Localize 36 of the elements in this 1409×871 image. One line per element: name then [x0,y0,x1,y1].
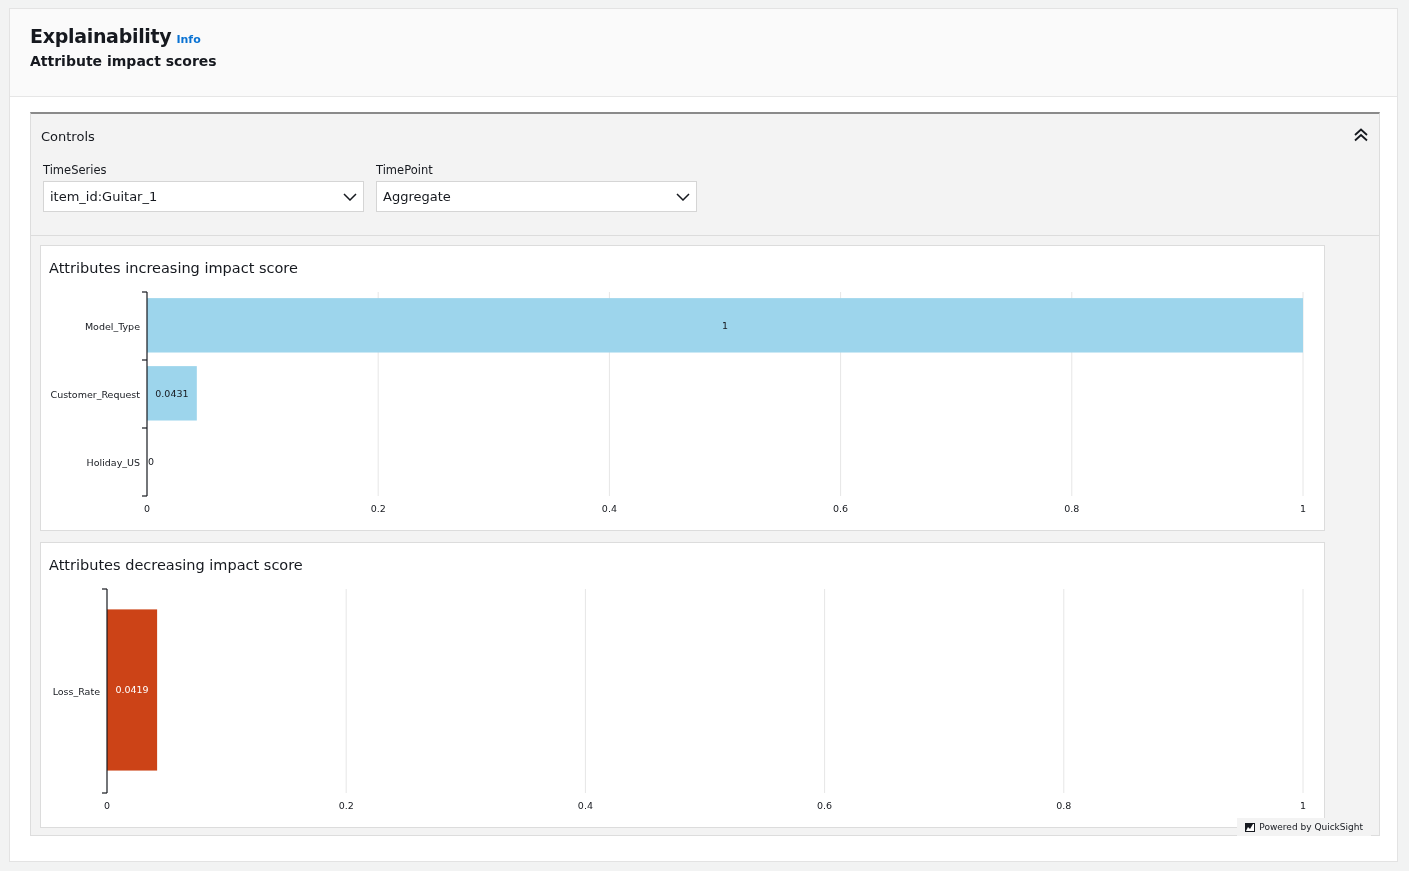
controls-title: Controls [41,129,95,144]
tick-label: 1 [1300,800,1306,811]
tick-label: 0.4 [577,800,593,811]
tick-label: 0.2 [370,503,386,514]
dropdown[interactable]: Aggregate [376,181,697,212]
dropdown[interactable]: item_id:Guitar_1 [43,181,364,212]
tick-label: 0.8 [1064,503,1080,514]
category-label: Model_Type [84,320,140,332]
chevron-down-icon [343,192,357,201]
data-label: 0.0419 [115,684,149,696]
data-label: 0.0431 [155,387,189,399]
tick-label: 0.8 [1056,800,1072,811]
category-label: Holiday_US [86,456,140,468]
page-title: Explainability [30,25,172,47]
dropdown-label: TimeSeries [43,163,108,177]
chart-logo-icon [1245,822,1256,832]
powered-by-badge: Powered by QuickSight [1237,818,1371,836]
bar [147,366,197,421]
tick-label: 0.4 [601,503,617,514]
data-label: 0 [148,455,155,467]
page-subtitle: Attribute impact scores [30,53,218,69]
tick-label: 0 [144,503,150,514]
tick-label: 0.6 [833,503,849,514]
collapse-icon[interactable] [1353,128,1369,142]
chevron-down-icon [676,192,690,201]
chart-title: Attributes increasing impact score [49,260,299,278]
info-link[interactable]: Info [176,33,201,46]
tick-label: 0.6 [817,800,833,811]
data-label: 1 [722,319,728,331]
category-label: Loss_Rate [52,685,100,697]
chart-title: Attributes decreasing impact score [49,557,304,575]
tick-label: 1 [1300,503,1306,514]
tick-label: 0.2 [338,800,354,811]
dropdown-label: TimePoint [376,163,434,177]
tick-label: 0 [104,800,110,811]
category-label: Customer_Request [50,388,140,400]
